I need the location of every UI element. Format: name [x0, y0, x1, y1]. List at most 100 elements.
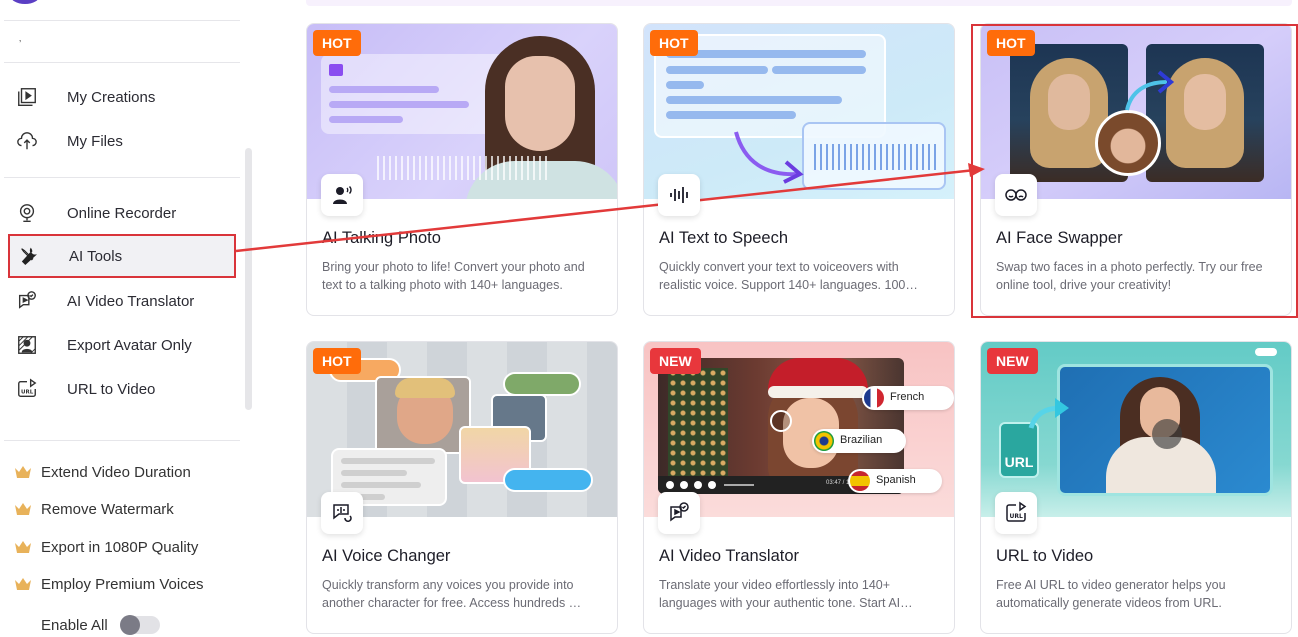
divider	[4, 177, 240, 178]
perk-label: Employ Premium Voices	[41, 575, 204, 593]
tool-card-ai-face-swapper[interactable]: HOT AI Face Swapper Swap two faces in a …	[980, 23, 1292, 316]
video-translate-icon	[16, 289, 56, 313]
sidebar-item-ai-video-translator[interactable]: AI Video Translator	[8, 279, 236, 323]
hot-badge: HOT	[313, 30, 361, 56]
spain-flag-icon	[850, 471, 870, 491]
card-description: Translate your video effortlessly into 1…	[659, 578, 913, 610]
tool-card-ai-talking-photo[interactable]: HOT AI Talking Photo Bring your photo to…	[306, 23, 618, 316]
card-title: AI Face Swapper	[996, 229, 1123, 247]
collapsed-item-stub: ‚	[19, 33, 22, 44]
lang-pill-brazilian: Brazilian	[812, 429, 906, 453]
hot-badge: HOT	[987, 30, 1035, 56]
christmas-tree	[668, 368, 728, 478]
lang-label: Spanish	[876, 474, 916, 486]
new-badge: NEW	[650, 348, 701, 374]
play-stack-icon	[16, 85, 56, 109]
card-title: AI Text to Speech	[659, 229, 789, 247]
perk-label: Extend Video Duration	[41, 463, 191, 481]
sidebar-item-online-recorder[interactable]: Online Recorder	[8, 191, 236, 235]
new-badge: NEW	[987, 348, 1038, 374]
card-title: AI Talking Photo	[322, 229, 441, 247]
tool-card-ai-voice-changer[interactable]: HOT AI Voice Changer Quickly transform a…	[306, 341, 618, 634]
perk-label: Export in 1080P Quality	[41, 538, 199, 556]
video-frame	[1057, 364, 1273, 496]
perk-item[interactable]: Export in 1080P Quality	[14, 536, 198, 558]
perk-label: Remove Watermark	[41, 500, 174, 518]
lang-pill-french: French	[862, 386, 954, 410]
divider	[4, 62, 240, 63]
window-pill-graphic	[1255, 348, 1277, 356]
tool-card-url-to-video[interactable]: URL NEW URL URL to Video Free AI URL to …	[980, 341, 1292, 634]
enable-all-toggle[interactable]	[119, 615, 160, 635]
svg-text:URL: URL	[21, 390, 34, 396]
blue-voice-pill	[503, 468, 593, 492]
avatar[interactable]	[10, 0, 40, 4]
sidebar-item-label: URL to Video	[67, 380, 156, 398]
curved-arrow-graphic	[734, 131, 804, 184]
crown-icon	[15, 541, 31, 553]
enable-all-label: Enable All	[41, 616, 108, 634]
card-title: AI Video Translator	[659, 547, 800, 565]
france-flag-icon	[864, 388, 884, 408]
face-swap-icon	[995, 174, 1037, 216]
perk-item[interactable]: Remove Watermark	[14, 498, 174, 520]
sidebar-item-label: AI Video Translator	[67, 292, 195, 310]
enable-all-row: Enable All	[41, 615, 160, 635]
soundwave-icon	[658, 174, 700, 216]
avatar-export-icon	[16, 333, 56, 357]
toggle-knob	[119, 615, 140, 635]
sidebar-item-ai-tools[interactable]: AI Tools	[8, 234, 236, 278]
lang-label: French	[890, 391, 925, 403]
speaker-icon	[329, 64, 343, 76]
sidebar-item-label: My Creations	[67, 88, 156, 106]
audio-panel-graphic	[802, 122, 946, 190]
top-banner-edge	[306, 0, 1292, 6]
divider	[4, 440, 240, 441]
sidebar-item-url-to-video[interactable]: URL URL to Video	[8, 367, 236, 411]
webcam-icon	[16, 201, 56, 225]
card-description: Quickly transform any voices you provide…	[322, 578, 582, 610]
talking-head-icon	[321, 174, 363, 216]
green-voice-pill	[503, 372, 581, 396]
divider	[4, 20, 240, 21]
crown-icon	[15, 503, 31, 515]
tool-card-ai-video-translator[interactable]: 03:47 / 1… French Brazilian Spanish NEW …	[643, 341, 955, 634]
sidebar-scrollbar[interactable]	[245, 148, 252, 410]
url-video-icon: URL	[16, 377, 56, 401]
tool-card-ai-text-to-speech[interactable]: HOT AI Text to Speech Quickly convert yo…	[643, 23, 955, 316]
play-icon[interactable]	[770, 410, 792, 432]
svg-text:URL: URL	[1010, 513, 1023, 520]
play-icon[interactable]	[1152, 419, 1182, 449]
soundwave-graphic	[377, 156, 547, 180]
url-video-icon: URL	[995, 492, 1037, 534]
sidebar-item-label: My Files	[67, 132, 123, 150]
card-title: URL to Video	[996, 547, 1094, 565]
swap-arrow-graphic	[1125, 70, 1175, 111]
face-circle	[1095, 110, 1161, 176]
tools-icon	[18, 244, 58, 268]
card-description: Bring your photo to life! Convert your p…	[322, 260, 585, 292]
perk-item[interactable]: Extend Video Duration	[14, 461, 191, 483]
card-title: AI Voice Changer	[322, 547, 451, 565]
sidebar: ‚ My Creations My Files Online Recorder	[0, 0, 255, 637]
url-file-label: URL	[1004, 454, 1034, 470]
card-description: Swap two faces in a photo perfectly. Try…	[996, 260, 1263, 292]
sidebar-item-my-files[interactable]: My Files	[8, 119, 236, 163]
curved-arrow-graphic	[1028, 398, 1069, 429]
cloud-upload-icon	[16, 129, 56, 153]
voice-change-icon	[321, 492, 363, 534]
sidebar-item-label: Export Avatar Only	[67, 336, 192, 354]
sidebar-item-label: AI Tools	[69, 247, 123, 265]
sidebar-item-label: Online Recorder	[67, 204, 177, 222]
card-description: Free AI URL to video generator helps you…	[996, 578, 1226, 610]
perk-item[interactable]: Employ Premium Voices	[14, 573, 204, 595]
sidebar-item-my-creations[interactable]: My Creations	[8, 75, 236, 119]
brazil-flag-icon	[814, 431, 834, 451]
lang-label: Brazilian	[840, 434, 883, 446]
hot-badge: HOT	[313, 348, 361, 374]
sidebar-item-export-avatar-only[interactable]: Export Avatar Only	[8, 323, 236, 367]
hot-badge: HOT	[650, 30, 698, 56]
crown-icon	[15, 466, 31, 478]
crown-icon	[15, 578, 31, 590]
lang-pill-spanish: Spanish	[848, 469, 942, 493]
